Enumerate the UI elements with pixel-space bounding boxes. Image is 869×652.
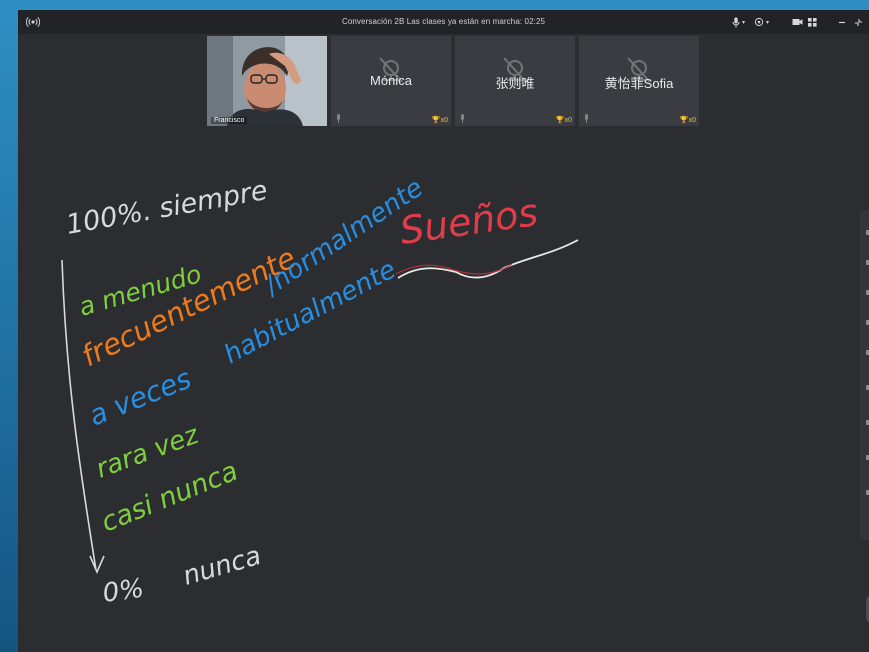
trophy-icon: 🏆 bbox=[555, 117, 565, 124]
whiteboard-canvas: 100%. siempre a menudo frecuentemente /n… bbox=[61, 173, 579, 609]
camera-toggle-button[interactable] bbox=[792, 15, 803, 29]
participant-tile-student[interactable]: 张则唯 🏆x0 bbox=[455, 36, 575, 126]
participant-tile-student[interactable]: Mónica 🏆x0 bbox=[331, 36, 451, 126]
trophy-icon: 🏆 bbox=[431, 117, 441, 124]
microphone-menu-button[interactable]: ▾ bbox=[732, 15, 745, 29]
participant-strip: Francisco Mónica 🏆x0 张则唯 🏆x0 黄怡菲Sofia 🏆x… bbox=[207, 36, 699, 126]
whiteboard-toolbar[interactable] bbox=[860, 210, 869, 540]
whiteboard-text-always: 100%. siempre bbox=[64, 175, 270, 241]
microphone-icon bbox=[732, 17, 740, 27]
microphone-icon bbox=[337, 114, 340, 123]
whiteboard-text-never: nunca bbox=[180, 541, 265, 592]
classroom-window: Conversación 2B Las clases ya están en m… bbox=[18, 10, 869, 652]
title-bar: Conversación 2B Las clases ya están en m… bbox=[18, 10, 869, 34]
dreams-underline-red bbox=[395, 263, 513, 275]
minimize-button[interactable] bbox=[838, 15, 846, 29]
speaker-menu-button[interactable]: ▾ bbox=[754, 15, 769, 29]
whiteboard[interactable]: 100%. siempre a menudo frecuentemente /n… bbox=[18, 130, 869, 652]
whiteboard-text-zero: 0% bbox=[101, 573, 146, 608]
whiteboard-text-sometimes: a veces bbox=[84, 362, 196, 433]
collapse-icon bbox=[855, 18, 862, 26]
speaker-icon bbox=[754, 17, 764, 26]
exit-fullscreen-button[interactable] bbox=[854, 15, 863, 29]
trophy-count: 🏆x0 bbox=[431, 117, 448, 124]
grid-icon bbox=[808, 17, 817, 27]
participant-name-label: Francisco bbox=[211, 117, 248, 124]
trophy-count: 🏆x0 bbox=[555, 117, 572, 124]
participant-tile-teacher[interactable]: Francisco bbox=[207, 36, 327, 126]
video-feed bbox=[207, 36, 327, 126]
camera-icon bbox=[792, 19, 803, 25]
layout-grid-button[interactable] bbox=[808, 15, 817, 29]
participant-name: Mónica bbox=[370, 73, 412, 88]
chevron-down-icon: ▾ bbox=[766, 19, 770, 26]
microphone-icon bbox=[461, 114, 464, 123]
chevron-down-icon: ▾ bbox=[742, 19, 746, 26]
trophy-icon: 🏆 bbox=[679, 117, 689, 124]
participant-name: 黄怡菲Sofia bbox=[604, 76, 674, 91]
participant-name: 张则唯 bbox=[495, 76, 535, 91]
participant-tile-student[interactable]: 黄怡菲Sofia 🏆x0 bbox=[579, 36, 699, 126]
microphone-icon bbox=[585, 114, 588, 123]
trophy-count: 🏆x0 bbox=[679, 117, 696, 124]
minimize-icon bbox=[839, 21, 845, 24]
